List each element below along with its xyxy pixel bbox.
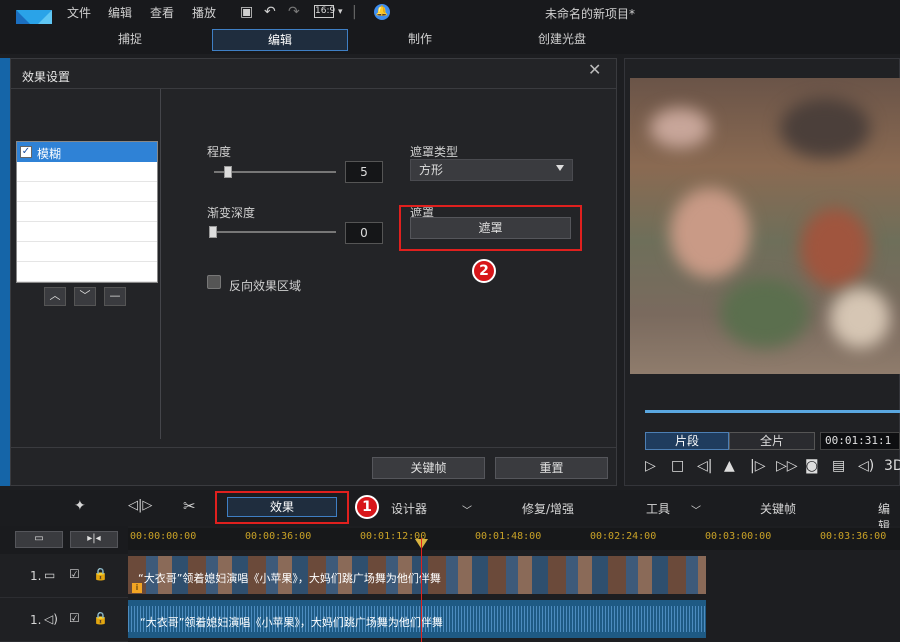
volume-icon[interactable]: ◁) <box>858 458 874 474</box>
desktop-edge <box>0 58 10 486</box>
scissors-icon[interactable]: ✂ <box>183 497 196 515</box>
degree-label: 程度 <box>207 145 232 159</box>
track-enable-checkbox[interactable]: ☑ <box>69 567 80 581</box>
clip-title: “大衣哥”领着媳妇演唱《小苹果》，大妈们跳广场舞为他们伴舞 <box>138 572 441 585</box>
move-down-button[interactable]: ﹀ <box>74 287 96 306</box>
snapshot-icon[interactable]: ◙ <box>805 458 819 474</box>
playhead[interactable] <box>421 538 422 642</box>
callout-two: 2 <box>472 259 496 283</box>
lock-icon[interactable]: 🔒 <box>93 611 108 625</box>
trim-icon[interactable]: ◁|▷ <box>128 498 152 513</box>
divider <box>160 89 161 439</box>
keyframe-toolbar-button[interactable]: 关键帧 <box>760 500 796 517</box>
menu-edit[interactable]: 编辑 <box>108 4 132 21</box>
ruler-tick: 00:00:00:00 <box>130 531 197 542</box>
ruler-tick: 00:03:00:00 <box>705 531 772 542</box>
effect-list <box>16 141 158 283</box>
tab-segment[interactable]: 片段 <box>645 432 729 450</box>
callout-one: 1 <box>355 495 379 519</box>
stop-icon[interactable]: □ <box>671 458 684 474</box>
subtitle-icon[interactable]: ▤ <box>832 458 845 474</box>
move-up-button[interactable]: ︿ <box>44 287 66 306</box>
invert-label: 反向效果区域 <box>229 279 302 293</box>
audio-track-header <box>0 598 128 642</box>
lock-icon[interactable]: 🔒 <box>93 567 108 581</box>
audio-track-icon: ◁) <box>44 612 58 626</box>
track-number: 1. <box>30 569 42 583</box>
tab-produce[interactable]: 制作 <box>380 29 460 51</box>
fit-timeline-icon[interactable]: ▸|◂ <box>70 531 118 548</box>
gradient-depth-label: 渐变深度 <box>207 206 256 220</box>
remove-button[interactable]: — <box>104 287 126 306</box>
video-preview <box>630 78 900 374</box>
menu-view[interactable]: 查看 <box>150 4 174 21</box>
save-icon[interactable]: ▣ <box>240 4 253 20</box>
designer-button[interactable]: 设计器 <box>391 500 427 517</box>
prev-frame-icon[interactable]: ◁| <box>697 458 712 474</box>
audio-clip[interactable]: “大衣哥”领着媳妇演唱《小苹果》，大妈们跳广场舞为他们伴舞 <box>128 600 706 638</box>
divider <box>11 88 616 89</box>
effect-checkbox[interactable]: ✓ <box>20 146 32 158</box>
chevron-down-icon <box>556 165 564 171</box>
video-clip[interactable]: “大衣哥”领着媳妇演唱《小苹果》，大妈们跳广场舞为他们伴舞 <box>128 556 706 594</box>
clip-title: “大衣哥”领着媳妇演唱《小苹果》，大妈们跳广场舞为他们伴舞 <box>140 616 443 629</box>
chevron-down-icon[interactable]: ▾ <box>338 7 343 17</box>
degree-input[interactable]: 5 <box>345 161 383 183</box>
divider <box>11 447 616 448</box>
ruler-tick: 00:02:24:00 <box>590 531 657 542</box>
chevron-down-icon[interactable]: ﹀ <box>691 502 701 517</box>
mask-button[interactable]: 遮罩 <box>410 217 571 239</box>
reset-button[interactable]: 重置 <box>495 457 608 479</box>
aspect-ratio-icon[interactable]: 16:9 <box>314 5 335 18</box>
play-icon[interactable]: ▷ <box>645 458 656 474</box>
next-frame-icon[interactable]: |▷ <box>750 458 765 474</box>
chevron-down-icon[interactable]: ﹀ <box>462 502 472 517</box>
degree-slider-handle[interactable] <box>224 166 232 178</box>
repair-enhance-button[interactable]: 修复/增强 <box>522 500 574 517</box>
invert-checkbox[interactable] <box>207 275 221 289</box>
tools-button[interactable]: 工具 <box>646 500 670 517</box>
tab-create-disc[interactable]: 创建光盘 <box>522 29 602 51</box>
ruler-tick: 00:03:36:00 <box>820 531 887 542</box>
ruler-tick: 00:00:36:00 <box>245 531 312 542</box>
menu-bar <box>0 0 900 24</box>
redo-icon[interactable]: ↷ <box>288 4 300 20</box>
ruler-tick: 00:01:48:00 <box>475 531 542 542</box>
tab-full[interactable]: 全片 <box>729 432 815 450</box>
gradient-depth-input[interactable]: 0 <box>345 222 383 244</box>
divider: | <box>352 4 357 20</box>
mask-type-select[interactable]: 方形 <box>410 159 573 181</box>
gradient-depth-slider[interactable] <box>214 231 336 233</box>
track-enable-checkbox[interactable]: ☑ <box>69 611 80 625</box>
track-number: 1. <box>30 613 42 627</box>
menu-file[interactable]: 文件 <box>67 4 91 21</box>
dialog-title: 效果设置 <box>22 70 71 84</box>
gradient-depth-slider-handle[interactable] <box>209 226 217 238</box>
timecode-display[interactable]: 00:01:31:1 <box>820 432 900 450</box>
degree-slider[interactable] <box>214 171 336 173</box>
track-manager-icon[interactable]: ▭ <box>15 531 63 548</box>
tab-capture[interactable]: 捕捉 <box>90 29 170 51</box>
effect-label: 模糊 <box>37 147 62 161</box>
fast-forward-icon[interactable]: ▷▷ <box>776 458 798 474</box>
playback-progress[interactable] <box>645 410 900 413</box>
video-track-header <box>0 554 128 598</box>
undo-icon[interactable]: ↶ <box>264 4 276 20</box>
split-icon[interactable]: ▲ <box>724 458 735 474</box>
3d-button[interactable]: 3D <box>884 458 900 474</box>
info-icon: i <box>132 583 142 593</box>
keyframe-button[interactable]: 关键帧 <box>372 457 485 479</box>
tab-edit[interactable]: 编辑 <box>212 29 348 51</box>
notification-icon[interactable]: 🔔 <box>374 4 390 20</box>
menu-play[interactable]: 播放 <box>192 4 216 21</box>
close-icon[interactable]: ✕ <box>588 60 601 79</box>
project-title: 未命名的新项目* <box>544 7 635 21</box>
effects-button[interactable]: 效果 <box>227 497 337 517</box>
mask-type-label: 遮罩类型 <box>410 145 459 159</box>
magic-icon[interactable]: ✦ <box>74 498 86 514</box>
video-track-icon: ▭ <box>44 568 56 582</box>
